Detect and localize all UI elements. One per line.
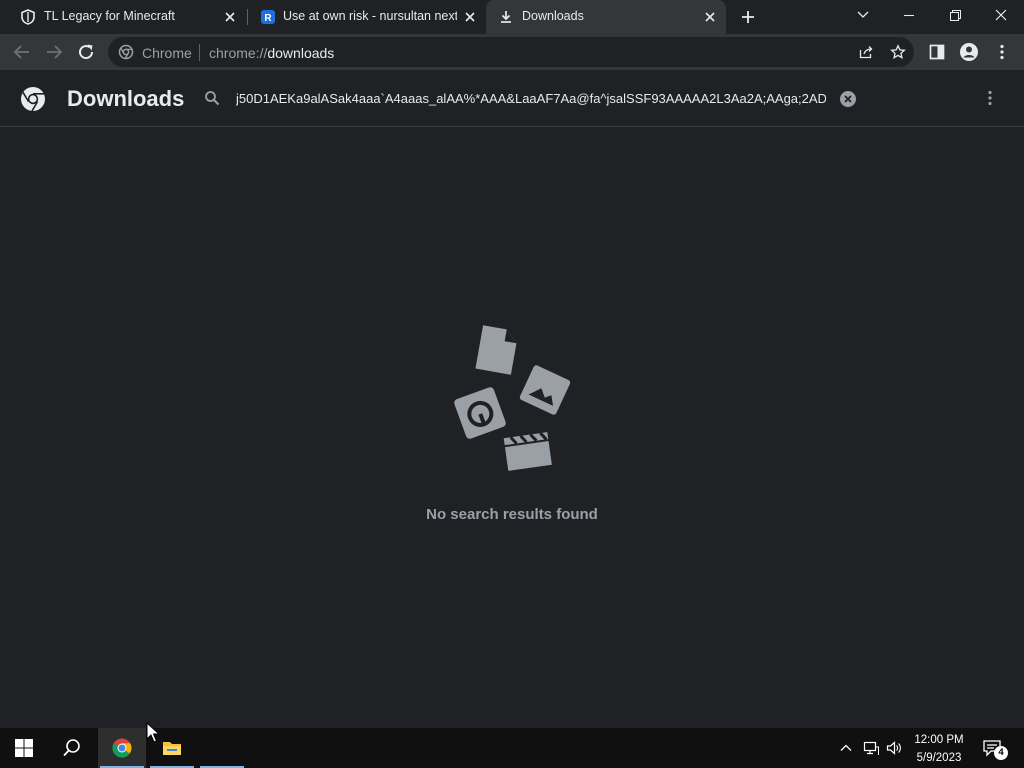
search-icon [63,739,80,757]
tab-strip: TL Legacy for Minecraft R Use at own ris… [0,0,1024,34]
clock-time: 12:00 PM [914,734,964,746]
profile-icon[interactable] [959,42,979,62]
close-icon[interactable] [702,9,718,25]
clear-search-icon[interactable] [839,90,857,108]
document-icon [475,325,517,375]
chevron-up-icon[interactable] [838,740,854,756]
close-icon[interactable] [222,9,238,25]
share-icon[interactable] [858,44,874,60]
r-badge-icon: R [261,10,275,24]
start-button[interactable] [0,728,48,768]
folder-icon [163,742,181,755]
more-actions-icon[interactable] [980,88,1000,108]
taskbar-search-button[interactable] [48,728,96,768]
windows-logo-icon [15,739,33,757]
url-scheme: chrome:// [209,45,268,61]
new-tab-icon[interactable] [740,9,756,25]
system-clock[interactable]: 12:00 PM 5/9/2023 [906,732,972,766]
browser-toolbar: Chrome chrome://downloads [0,34,1024,70]
no-results-illustration [454,325,571,471]
omnibox-separator [199,44,200,61]
search-input[interactable] [236,88,826,108]
audio-icon [454,387,506,439]
taskbar-app-slot[interactable] [198,728,246,768]
empty-state-message: No search results found [426,506,598,523]
tab-tl-legacy[interactable]: TL Legacy for Minecraft [0,0,246,34]
close-window-icon[interactable] [987,4,1015,28]
network-icon[interactable] [863,740,879,756]
tab-title: TL Legacy for Minecraft [44,9,175,23]
image-icon [519,365,571,415]
site-chip: Chrome [142,45,192,61]
chrome-icon [118,44,134,60]
kebab-menu-icon[interactable] [992,42,1012,62]
forward-icon[interactable] [42,40,66,64]
url-host: downloads [267,45,335,61]
tab-title: Downloads [522,9,584,23]
close-icon[interactable] [462,9,478,25]
address-bar[interactable]: Chrome chrome://downloads [108,37,914,67]
chrome-icon [112,738,132,758]
tab-search-icon[interactable] [849,4,877,28]
side-panel-icon[interactable] [927,42,947,62]
downloads-header: Downloads [0,70,1024,127]
minimize-icon[interactable] [895,4,923,28]
star-icon[interactable] [890,44,906,60]
shield-icon [21,9,35,25]
restore-icon[interactable] [941,4,969,28]
svg-text:R: R [264,13,272,24]
clock-date: 5/9/2023 [916,752,962,764]
reload-icon[interactable] [74,40,98,64]
tab-use-at-own-risk[interactable]: R Use at own risk - nursultan nextg [248,0,486,34]
search-box[interactable] [194,80,868,116]
tab-downloads[interactable]: Downloads [486,0,726,34]
video-clapper-icon [503,432,552,471]
search-icon [205,91,220,106]
chrome-logo-icon [21,87,45,112]
volume-icon[interactable] [886,740,902,756]
mouse-cursor-icon [146,722,160,743]
page-title: Downloads [67,86,185,111]
notification-count-badge: 4 [994,746,1008,760]
back-icon[interactable] [10,40,34,64]
tab-title: Use at own risk - nursultan nextg [283,9,457,23]
taskbar-chrome[interactable] [98,728,146,768]
action-center-button[interactable]: 4 [982,738,1008,760]
url-text: chrome://downloads [209,45,334,61]
download-icon [501,11,511,23]
